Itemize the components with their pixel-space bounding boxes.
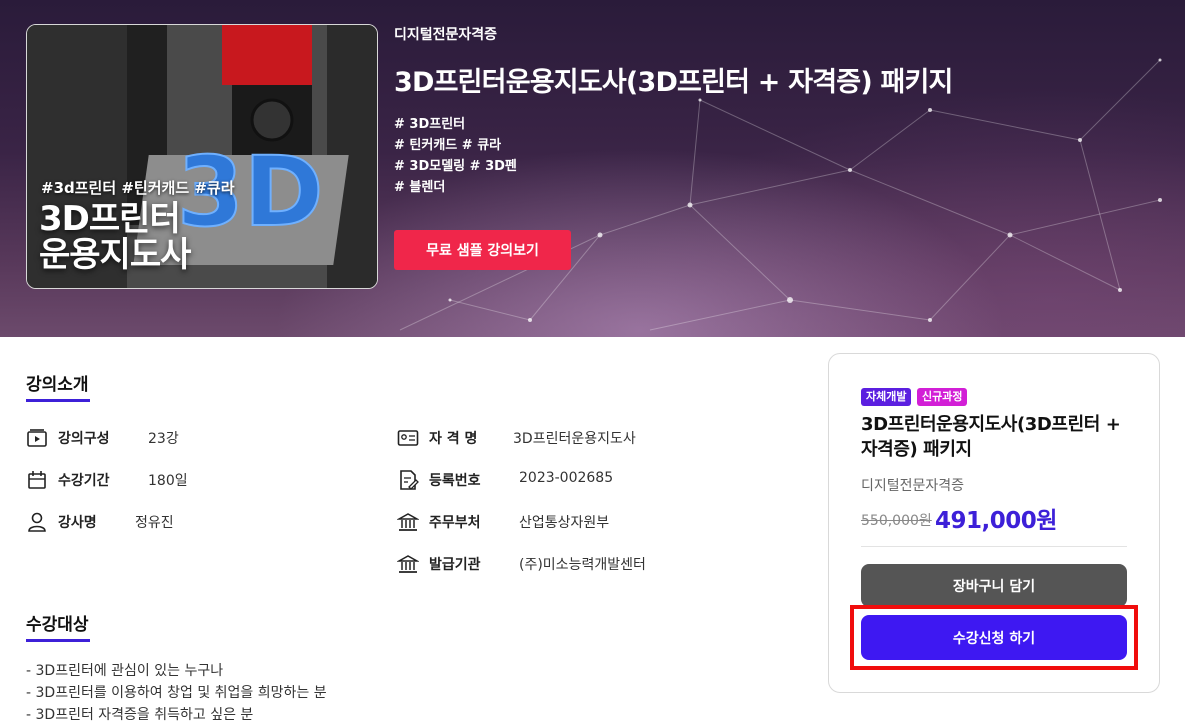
info-ministry: 주무부처 — [397, 510, 481, 534]
info-period: 수강기간 — [26, 468, 110, 492]
document-edit-icon — [400, 470, 419, 490]
hashtag-line: # 3D모델링 # 3D펜 — [394, 159, 517, 174]
badge-in-house: 자체개발 — [861, 388, 912, 406]
info-instructor-value: 정유진 — [135, 515, 174, 531]
intro-section-title: 강의소개 — [26, 375, 89, 395]
info-instructor: 강사명 — [26, 510, 97, 534]
thumbnail-hashtags: #3d프린터 #틴커캐드 #큐라 — [41, 179, 235, 197]
list-item: - 3D프린터에 관심이 있는 누구나 — [26, 663, 224, 679]
list-item: - 3D프린터를 이용하여 창업 및 취업을 희망하는 분 — [26, 685, 327, 701]
info-issuer: 발급기관 — [397, 552, 481, 576]
hero-hashtags: # 3D프린터 # 틴커캐드 # 큐라 # 3D모델링 # 3D펜 # 블렌더 — [394, 114, 517, 198]
target-section-underline — [26, 639, 90, 642]
sale-price: 491,000원 — [935, 508, 1057, 534]
info-ministry-value: 산업통상자원부 — [519, 515, 610, 531]
badge-new-course: 신규과정 — [917, 388, 968, 406]
card-category: 디지털전문자격증 — [861, 478, 965, 494]
institution-icon — [397, 513, 419, 531]
list-item: - 3D프린터 자격증을 취득하고 싶은 분 — [26, 707, 254, 723]
thumbnail-title: 3D프린터 운용지도사 — [39, 199, 191, 275]
enroll-button[interactable]: 수강신청 하기 — [861, 615, 1127, 660]
course-thumbnail: 3D #3d프린터 #틴커캐드 #큐라 3D프린터 운용지도사 — [26, 24, 378, 289]
free-sample-lecture-button[interactable]: 무료 샘플 강의보기 — [394, 230, 571, 270]
info-certificate-name-value: 3D프린터운용지도사 — [513, 431, 636, 447]
hero-category: 디지털전문자격증 — [394, 27, 498, 43]
hero-course-title: 3D프린터운용지도사(3D프린터 + 자격증) 패키지 — [394, 67, 953, 98]
video-play-icon — [27, 429, 47, 447]
card-divider — [861, 546, 1127, 547]
institution-icon — [397, 555, 419, 573]
info-lecture-count-value: 23강 — [148, 431, 179, 447]
target-section-title: 수강대상 — [26, 615, 89, 635]
card-course-title: 3D프린터운용지도사(3D프린터 + 자격증) 패키지 — [861, 414, 1121, 460]
person-icon — [28, 512, 46, 532]
intro-section-underline — [26, 399, 90, 402]
info-period-value: 180일 — [148, 473, 188, 489]
id-card-icon — [397, 430, 419, 446]
calendar-icon — [28, 471, 46, 489]
target-audience-list: - 3D프린터에 관심이 있는 누구나 - 3D프린터를 이용하여 창업 및 취… — [26, 660, 327, 726]
info-registration-number-value: 2023-002685 — [519, 470, 614, 486]
course-hero-banner: 3D #3d프린터 #틴커캐드 #큐라 3D프린터 운용지도사 디지털전문자격증… — [0, 0, 1185, 337]
add-to-cart-button[interactable]: 장바구니 담기 — [861, 564, 1127, 607]
info-certificate-name: 자 격 명 — [397, 426, 477, 450]
original-price: 550,000원 — [861, 513, 932, 529]
hashtag-line: # 블렌더 — [394, 180, 446, 195]
info-issuer-value: (주)미소능력개발센터 — [519, 557, 646, 573]
hashtag-line: # 3D프린터 — [394, 117, 466, 132]
info-registration-number: 등록번호 — [397, 468, 481, 492]
hashtag-line: # 틴커캐드 # 큐라 — [394, 138, 502, 153]
info-lecture-count: 강의구성 — [26, 426, 110, 450]
